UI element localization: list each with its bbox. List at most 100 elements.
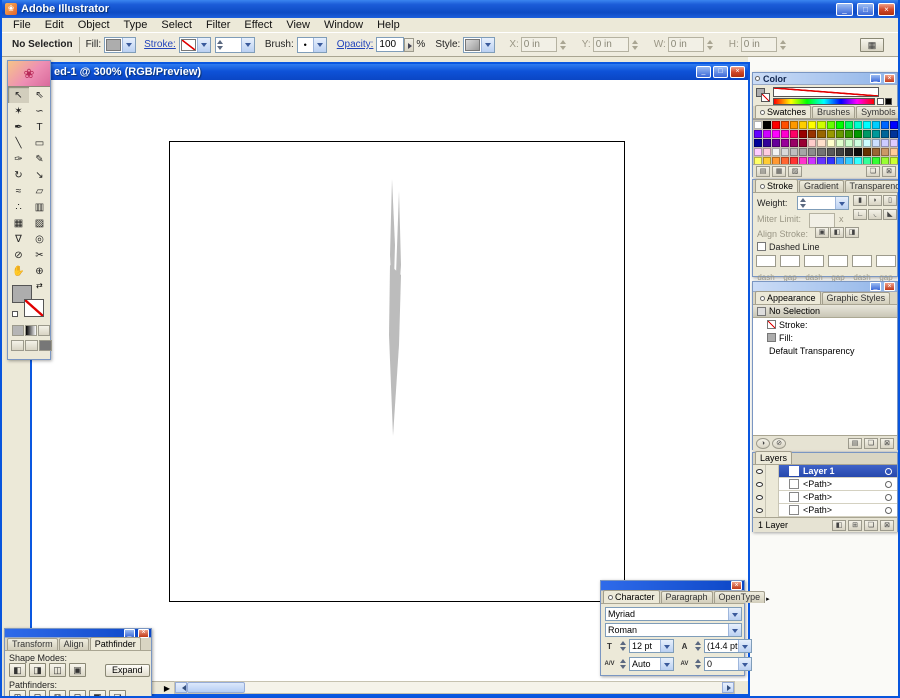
swatch[interactable] [844, 121, 853, 129]
menu-item[interactable]: Select [154, 19, 199, 31]
swatch[interactable] [754, 130, 763, 138]
tab-graphic-styles[interactable]: Graphic Styles [821, 292, 891, 304]
shape-mode-icon[interactable]: ◫ [49, 663, 66, 677]
swatch[interactable] [781, 148, 790, 156]
align-center-icon[interactable]: ▣ [815, 227, 829, 238]
menu-item[interactable]: Edit [38, 19, 71, 31]
fill-swatch-dropdown[interactable] [104, 36, 137, 53]
menu-item[interactable]: View [279, 19, 317, 31]
swatch[interactable] [853, 139, 862, 147]
new-swatch-icon[interactable]: ❏ [866, 166, 880, 177]
swatch[interactable] [889, 139, 898, 147]
column-graph-tool-icon[interactable]: ▥ [29, 199, 50, 215]
swatch[interactable] [889, 130, 898, 138]
stroke-swatch[interactable] [24, 299, 44, 317]
tab-transform[interactable]: Transform [7, 638, 58, 650]
swatch[interactable] [835, 121, 844, 129]
palette-well-icon[interactable]: ▦ [860, 37, 884, 52]
color-minimize-icon[interactable]: _ [870, 74, 881, 83]
swatch[interactable] [835, 130, 844, 138]
none-button[interactable] [38, 325, 50, 336]
direct-selection-tool-icon[interactable]: ⇖ [29, 87, 50, 103]
pathfinder-icon[interactable]: ◪ [109, 690, 126, 696]
coordinate-stepper[interactable] [706, 39, 715, 50]
gap-field[interactable] [828, 255, 848, 267]
delete-swatch-icon[interactable]: ⊠ [882, 166, 896, 177]
shape-mode-icon[interactable]: ▣ [69, 663, 86, 677]
dash-field[interactable] [756, 255, 776, 267]
type-tool-icon[interactable]: T [29, 119, 50, 135]
align-inside-icon[interactable]: ◧ [830, 227, 844, 238]
layer-row[interactable]: Layer 1 [753, 464, 897, 478]
visibility-toggle[interactable] [753, 464, 766, 478]
clear-appearance-icon[interactable]: ⊘ [772, 438, 786, 449]
delete-item-icon[interactable]: ⊠ [880, 438, 894, 449]
menu-item[interactable]: Help [370, 19, 407, 31]
path-name[interactable]: <Path> [803, 492, 885, 502]
swatch[interactable] [799, 130, 808, 138]
leading-stepper[interactable] [693, 641, 702, 651]
default-fill-stroke-icon[interactable] [12, 311, 18, 317]
shape-mode-icon[interactable]: ◨ [29, 663, 46, 677]
selection-tool-icon[interactable]: ↖ [8, 87, 29, 103]
appearance-row-no-selection[interactable]: No Selection [753, 305, 897, 318]
font-size-dropdown[interactable]: 12 pt [629, 639, 674, 653]
swatch[interactable] [871, 139, 880, 147]
swatch[interactable] [862, 139, 871, 147]
swap-fill-stroke-icon[interactable]: ⇄ [36, 281, 43, 290]
swatch[interactable] [808, 130, 817, 138]
swatch[interactable] [871, 121, 880, 129]
stroke-weight-dropdown[interactable] [214, 36, 255, 53]
gap-field[interactable] [876, 255, 896, 267]
scroll-left-icon[interactable] [175, 682, 187, 693]
layer-path-row[interactable]: <Path> [753, 477, 897, 491]
swatch[interactable] [889, 148, 898, 156]
swatch[interactable] [772, 130, 781, 138]
swatch[interactable] [844, 139, 853, 147]
color-stroke-indicator[interactable] [761, 93, 770, 102]
scrollbar-track[interactable] [245, 682, 722, 693]
appearance-minimize-icon[interactable]: _ [870, 282, 881, 291]
scrollbar-thumb[interactable] [187, 682, 245, 693]
make-clipping-mask-icon[interactable]: ◧ [832, 519, 846, 531]
reduce-to-basic-appearance-icon[interactable]: ◑ [756, 438, 770, 449]
swatch[interactable] [781, 139, 790, 147]
dash-field[interactable] [804, 255, 824, 267]
minimize-button[interactable]: _ [836, 2, 853, 16]
swatch[interactable] [853, 121, 862, 129]
coordinate-field[interactable]: 0 in [592, 37, 629, 52]
document-close-button[interactable]: × [730, 66, 745, 78]
leading-dropdown[interactable]: (14.4 pt [704, 639, 752, 653]
swatch[interactable] [799, 139, 808, 147]
kerning-dropdown[interactable]: Auto [629, 657, 674, 671]
swatch[interactable] [790, 121, 799, 129]
document-minimize-button[interactable]: _ [696, 66, 711, 78]
lock-toggle[interactable] [766, 464, 779, 478]
swatch[interactable] [754, 121, 763, 129]
full-screen-mode-button[interactable] [39, 340, 52, 351]
pen-tool-icon[interactable]: ✒ [8, 119, 29, 135]
pathfinder-icon[interactable]: ◩ [89, 690, 106, 696]
color-spectrum-bar[interactable] [773, 98, 875, 105]
font-style-dropdown[interactable]: Roman [605, 623, 742, 637]
style-dropdown[interactable] [463, 36, 496, 53]
tab-symbols[interactable]: Symbols [856, 106, 898, 118]
swatch[interactable] [817, 139, 826, 147]
scroll-right-icon[interactable] [722, 682, 734, 693]
mesh-tool-icon[interactable]: ▦ [8, 215, 29, 231]
swatch[interactable] [862, 121, 871, 129]
dash-field[interactable] [852, 255, 872, 267]
swatch[interactable] [862, 130, 871, 138]
opacity-slider-popup-button[interactable] [404, 37, 415, 52]
projecting-cap-icon[interactable]: ▯ [883, 195, 897, 206]
swatch[interactable] [844, 130, 853, 138]
expand-button[interactable]: Expand [105, 664, 150, 677]
swatch[interactable] [826, 130, 835, 138]
character-close-icon[interactable]: × [731, 581, 742, 590]
tab-brushes[interactable]: Brushes [812, 106, 856, 118]
tab-layers[interactable]: Layers [755, 451, 793, 464]
tracking-dropdown[interactable]: 0 [704, 657, 752, 671]
layer-path-row[interactable]: <Path> [753, 503, 897, 517]
coordinate-field[interactable]: 0 in [667, 37, 704, 52]
paintbrush-tool-icon[interactable]: ✑ [8, 151, 29, 167]
